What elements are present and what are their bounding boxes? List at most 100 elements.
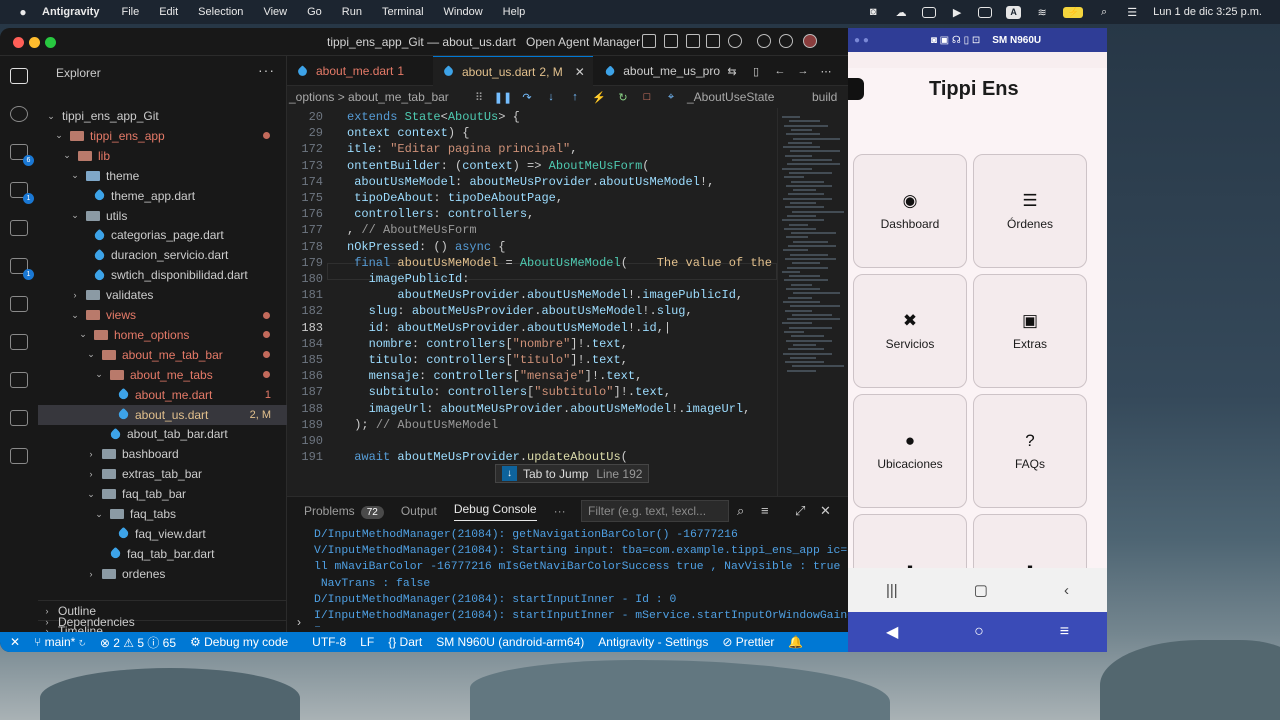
tree-folder[interactable]: ⌄ utils xyxy=(38,206,287,226)
search-icon[interactable] xyxy=(728,34,742,48)
eol-status[interactable]: LF xyxy=(360,635,374,649)
keyboard-input-icon[interactable]: A xyxy=(1006,5,1022,19)
step-out-icon[interactable]: ↑ xyxy=(568,90,582,104)
git-branch[interactable]: ⑂ main* ↻ xyxy=(34,635,86,649)
home-card[interactable]: ✖ Servicios xyxy=(853,274,967,388)
code-line[interactable]: controllers: controllers, xyxy=(347,207,534,221)
screen-icon[interactable] xyxy=(922,6,937,18)
code-line[interactable]: ); // AboutUsMeModel xyxy=(347,418,498,432)
tab-problems[interactable]: Problems 72 xyxy=(304,504,384,519)
filter-icon[interactable]: ⌕ xyxy=(737,503,744,519)
tree-folder[interactable]: › validates xyxy=(38,285,287,305)
back-icon[interactable]: ← xyxy=(773,64,787,78)
breadcrumb-build[interactable]: build xyxy=(812,90,837,104)
explorer-icon[interactable] xyxy=(10,68,28,84)
avatar[interactable] xyxy=(803,34,817,48)
compare-icon[interactable]: ⇆ xyxy=(725,64,739,78)
tree-folder[interactable]: ⌄ lib xyxy=(38,146,287,166)
chevron-down-icon[interactable]: ⌄ xyxy=(78,329,88,340)
tree-folder[interactable]: ⌄ theme xyxy=(38,166,287,186)
home-card[interactable]: ▪ xyxy=(853,514,967,568)
code-line[interactable]: slug: aboutMeUsProvider.aboutUsMeModel!.… xyxy=(347,304,693,318)
more-icon[interactable]: ⋯ xyxy=(819,64,833,78)
tab-about-us[interactable]: about_us.dart 2, M ✕ xyxy=(433,56,593,86)
debug-status[interactable]: ⚙ Debug my code xyxy=(190,635,288,649)
remote-icon[interactable]: ✕ xyxy=(10,635,20,649)
tree-file[interactable]: faq_tab_bar.dart xyxy=(38,544,287,564)
extensions-icon[interactable]: 1 xyxy=(10,258,34,280)
more-actions-icon[interactable]: ··· xyxy=(258,62,275,78)
forward-icon[interactable]: → xyxy=(796,64,810,78)
devtools-icon[interactable]: ⌖ xyxy=(664,90,678,104)
testing-icon[interactable] xyxy=(10,296,28,312)
drawer-menu-icon[interactable] xyxy=(848,78,864,100)
code-line[interactable]: mensaje: controllers["mensaje"]!.text, xyxy=(347,369,643,383)
window-icon[interactable] xyxy=(978,6,993,18)
menubar-clock[interactable]: Lun 1 de dic 3:25 p.m. xyxy=(1153,6,1262,18)
flutter-icon[interactable] xyxy=(10,334,28,350)
code-line[interactable]: imageUrl: aboutMeUsProvider.aboutUsMeMod… xyxy=(347,402,751,416)
search-icon[interactable] xyxy=(10,106,28,122)
debug-console-output[interactable]: D/InputMethodManager(21084): getNavigati… xyxy=(314,527,848,627)
run-debug-icon[interactable]: 1 xyxy=(10,182,34,204)
tab-to-jump-hint[interactable]: ↓ Tab to Jump Line 192 xyxy=(495,464,650,483)
code-line[interactable]: nOkPressed: () async { xyxy=(347,240,505,254)
play-icon[interactable]: ▶ xyxy=(950,6,964,19)
code-editor[interactable]: 20 extends State<AboutUs> {29 ontext conte… xyxy=(287,108,777,496)
window-controls-icon[interactable]: ● ● xyxy=(854,35,869,46)
tab-about-me-us-pro[interactable]: about_me_us_pro xyxy=(595,56,720,86)
terminal-icon[interactable] xyxy=(10,448,28,464)
wifi-icon[interactable]: ≋ xyxy=(1035,6,1049,19)
tree-folder[interactable]: ⌄ home_options xyxy=(38,325,287,345)
chevron-right-icon[interactable]: › xyxy=(86,469,96,479)
app-menu[interactable]: Antigravity xyxy=(42,6,99,18)
chevron-down-icon[interactable]: ⌄ xyxy=(94,509,104,520)
step-into-icon[interactable]: ↓ xyxy=(544,90,558,104)
settings-gear-icon[interactable] xyxy=(779,34,793,48)
tab-output[interactable]: Output xyxy=(401,504,437,518)
tree-folder[interactable]: ⌄ tippi_ens_app_Git xyxy=(38,106,287,126)
code-line[interactable]: ontext context) { xyxy=(347,126,469,140)
notifications-icon[interactable]: 🔔 xyxy=(788,635,803,649)
menu-view[interactable]: View xyxy=(263,6,287,18)
home-card[interactable]: ☰ Órdenes xyxy=(973,154,1087,268)
code-line[interactable]: await aboutMeUsProvider.updateAboutUs( xyxy=(347,450,628,464)
device-status[interactable]: SM N960U (android-arm64) xyxy=(436,635,584,649)
home-icon[interactable]: ▢ xyxy=(974,581,988,599)
code-line[interactable]: aboutUsMeModel: aboutMeUsProvider.aboutU… xyxy=(347,175,714,189)
chevron-down-icon[interactable]: ⌄ xyxy=(70,170,80,181)
drag-handle-icon[interactable]: ⠿ xyxy=(472,90,486,104)
menu-selection[interactable]: Selection xyxy=(198,6,243,18)
open-agent-manager-button[interactable]: Open Agent Manager xyxy=(526,35,640,49)
tree-folder[interactable]: ⌄ views xyxy=(38,305,287,325)
code-line[interactable]: nombre: controllers["nombre"]!.text, xyxy=(347,337,628,351)
pencil-icon[interactable] xyxy=(10,372,28,388)
step-over-icon[interactable]: ↷ xyxy=(520,90,534,104)
code-line[interactable]: , // AboutMeUsForm xyxy=(347,223,477,237)
chevron-right-icon[interactable]: › xyxy=(70,290,80,300)
code-line[interactable]: itle: "Editar pagina principal", xyxy=(347,142,577,156)
home-card[interactable]: ▣ Extras xyxy=(973,274,1087,388)
home-card[interactable]: ● Ubicaciones xyxy=(853,394,967,508)
chevron-down-icon[interactable]: ⌄ xyxy=(94,369,104,380)
menu-go[interactable]: Go xyxy=(307,6,322,18)
tree-file[interactable]: faq_view.dart xyxy=(38,524,287,544)
restart-icon[interactable]: ↻ xyxy=(616,90,630,104)
tree-file[interactable]: about_tab_bar.dart xyxy=(38,424,287,444)
stop-icon[interactable]: □ xyxy=(640,90,654,104)
home-icon[interactable]: ○ xyxy=(974,623,984,641)
battery-icon[interactable]: ⚡ xyxy=(1063,6,1084,18)
back-icon[interactable]: ◀ xyxy=(886,622,898,642)
remote-icon[interactable] xyxy=(10,220,28,236)
back-icon[interactable]: ‹ xyxy=(1064,582,1069,599)
breadcrumb-path[interactable]: _options > about_me_tab_bar xyxy=(289,90,449,104)
apple-icon[interactable]: ● xyxy=(14,4,32,20)
code-line[interactable]: extends State<AboutUs> { xyxy=(347,110,520,124)
minimize-window-button[interactable] xyxy=(29,37,40,48)
minimap[interactable] xyxy=(777,108,847,496)
chevron-right-icon[interactable]: › xyxy=(86,449,96,459)
close-window-button[interactable] xyxy=(13,37,24,48)
tree-file[interactable]: about_us.dart 2, M xyxy=(38,404,287,425)
code-line[interactable]: tipoDeAbout: tipoDeAboutPage, xyxy=(347,191,563,205)
tab-debug-console[interactable]: Debug Console xyxy=(453,502,537,521)
